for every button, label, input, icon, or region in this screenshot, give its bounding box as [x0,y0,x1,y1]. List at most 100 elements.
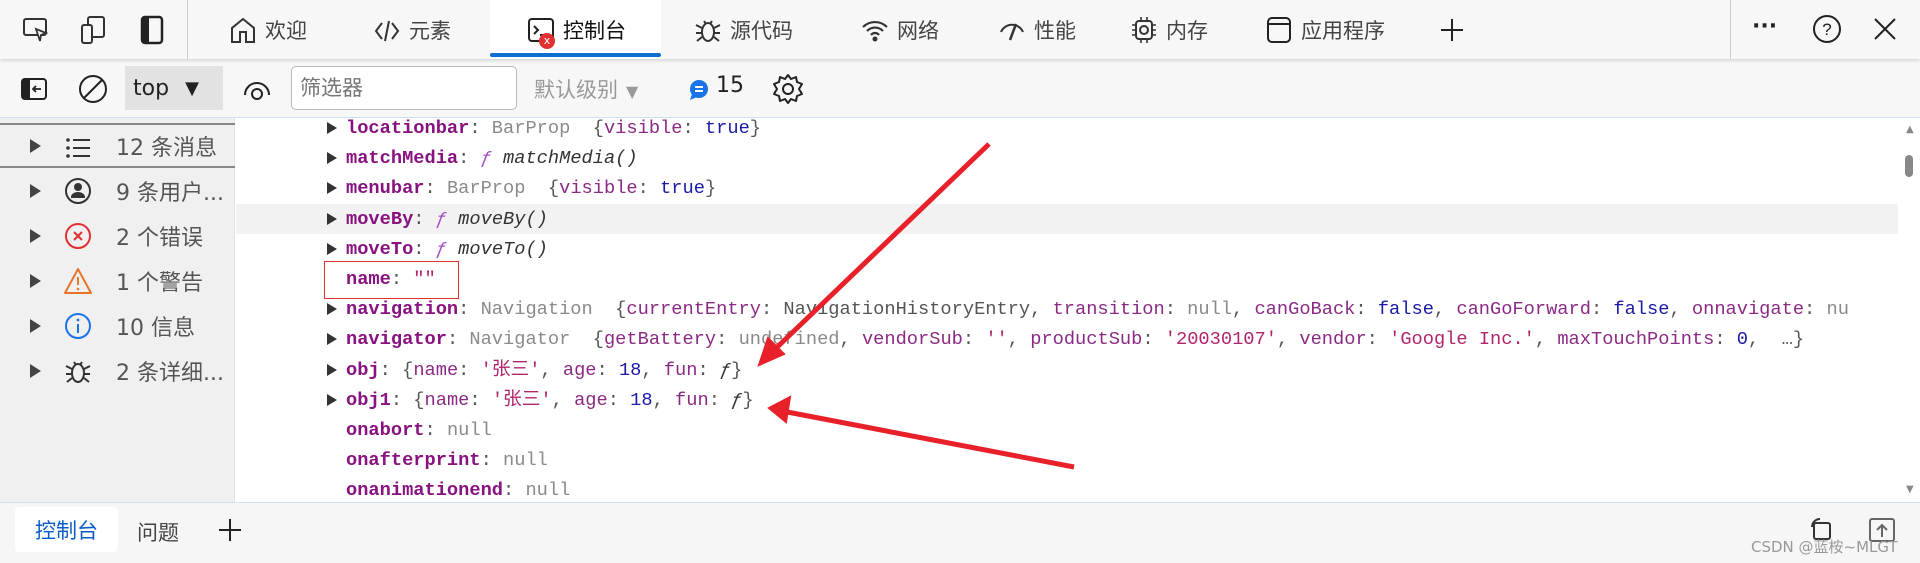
token: , [1030,298,1053,321]
expand-arrow-icon[interactable] [30,363,41,378]
property-text: navigation: Navigation {currentEntry: Na… [346,294,1849,324]
token: moveTo [346,237,414,260]
token: : [682,118,705,139]
vertical-scrollbar[interactable]: ▲ ▼ [1898,118,1920,502]
token: Navigator [469,328,571,351]
sidebar-item[interactable]: 1 个警告 [0,258,235,303]
token: , [1276,328,1300,351]
console-property-row[interactable]: onabort: null [236,415,1898,445]
token: moveBy() [458,207,548,230]
window-icon [1267,16,1291,43]
console-property-row[interactable]: menubar: BarProp {visible: true} [236,173,1898,203]
tab-7[interactable]: 应用程序 [1265,0,1385,59]
expand-arrow-icon[interactable] [327,122,337,134]
console-property-row[interactable]: navigation: Navigation {currentEntry: Na… [236,294,1898,324]
sidebar-item[interactable]: 10 信息 [0,303,235,348]
token: fun [675,388,709,411]
token: moveBy [346,207,414,230]
token: age [562,358,597,381]
token: '20030107' [1164,328,1277,351]
scroll-down-icon[interactable]: ▼ [1906,484,1914,495]
tab-2[interactable]: 控制台 x [490,0,661,59]
console-property-row[interactable]: obj: {name: '张三', age: 18, fun: ƒ} [236,355,1898,385]
console-property-row[interactable]: obj1: {name: '张三', age: 18, fun: ƒ} [236,385,1898,415]
home-icon [231,17,255,43]
message-count[interactable]: 15 [716,73,744,98]
expand-arrow-icon[interactable] [30,228,41,243]
expand-arrow-icon[interactable] [327,393,337,406]
token: : [458,298,481,321]
token: : [962,328,986,351]
tab-3[interactable]: 源代码 [694,0,793,59]
context-selector[interactable]: top ▼ [125,66,223,110]
divider [1730,0,1731,59]
drawer-tab-console[interactable]: 控制台 [15,507,118,552]
console-property-row[interactable]: onanimationend: null [236,475,1898,502]
filter-input[interactable] [291,66,517,110]
token: productSub [1030,328,1143,351]
console-property-row[interactable]: moveTo: ƒ moveTo() [236,234,1898,264]
log-level-dropdown[interactable]: 默认级别 ▼ [534,74,638,104]
token: : [469,118,492,139]
expand-arrow-icon[interactable] [30,273,41,288]
message-icon [690,80,708,100]
token: : [503,479,526,502]
show-sidebar-icon[interactable] [20,77,48,101]
tab-label: 欢迎 [265,18,307,43]
sidebar-item[interactable]: 12 条消息 [0,123,235,168]
add-tab-icon[interactable] [1440,18,1464,42]
console-property-row[interactable]: moveBy: ƒ moveBy() [236,203,1898,234]
expand-arrow-icon[interactable] [30,183,41,198]
expand-arrow-icon[interactable] [327,212,337,225]
token: ƒ [480,147,504,170]
tab-5[interactable]: 性能 [998,0,1076,59]
token: matchMedia() [503,147,638,170]
help-icon[interactable]: ? [1812,14,1842,44]
expand-arrow-icon[interactable] [327,363,337,376]
token: : [469,388,492,411]
expand-arrow-icon[interactable] [30,318,41,333]
tab-label: 元素 [409,18,451,43]
expand-arrow-icon[interactable] [327,152,337,165]
bug-icon [65,361,91,383]
settings-gear-icon[interactable] [772,73,804,105]
scroll-up-icon[interactable]: ▲ [1906,124,1914,135]
dock-sidebar-icon[interactable] [140,15,164,45]
device-emulation-icon[interactable] [80,15,108,45]
tab-1[interactable]: 元素 [373,0,451,59]
drawer-tab-issues[interactable]: 问题 [137,517,179,547]
tab-4[interactable]: 网络 [861,0,939,59]
add-drawer-tab-icon[interactable] [218,518,242,542]
tab-0[interactable]: 欢迎 [229,0,307,59]
expand-arrow-icon[interactable] [327,182,337,195]
console-property-row[interactable]: onafterprint: null [236,445,1898,475]
property-text: obj1: {name: '张三', age: 18, fun: ƒ} [346,385,754,415]
expand-arrow-icon[interactable] [327,333,337,346]
token: navigator [346,328,447,351]
live-expression-eye-icon[interactable] [242,75,272,103]
clear-console-icon[interactable] [78,74,108,104]
token: ƒ [719,358,732,381]
console-property-row[interactable]: navigator: Navigator {getBattery: undefi… [236,324,1898,354]
inspect-element-icon[interactable] [22,17,50,43]
console-property-row[interactable]: matchMedia: ƒ matchMedia() [236,143,1898,173]
property-text: onafterprint: null [346,445,548,475]
info-icon [65,313,91,339]
console-property-row[interactable]: name: "" [236,264,1898,294]
expand-arrow-icon[interactable] [327,303,337,316]
sidebar-item[interactable]: 2 条详细... [0,348,235,393]
console-property-row[interactable]: locationbar: BarProp {visible: true} [236,118,1898,143]
token: { [570,328,604,351]
sidebar-item[interactable]: 2 个错误 [0,213,235,258]
sidebar-item[interactable]: 9 条用户... [0,168,235,213]
token: transition [1052,298,1165,321]
scrollbar-thumb[interactable] [1905,155,1913,177]
token: onnavigate [1691,298,1805,321]
expand-arrow-icon[interactable] [327,242,337,255]
expand-arrow-icon[interactable] [30,138,41,153]
token: , [1669,298,1692,321]
close-icon[interactable] [1873,17,1897,41]
more-options-icon[interactable]: ··· [1752,14,1777,39]
tab-6[interactable]: 内存 [1130,0,1208,59]
token: : [697,358,720,381]
